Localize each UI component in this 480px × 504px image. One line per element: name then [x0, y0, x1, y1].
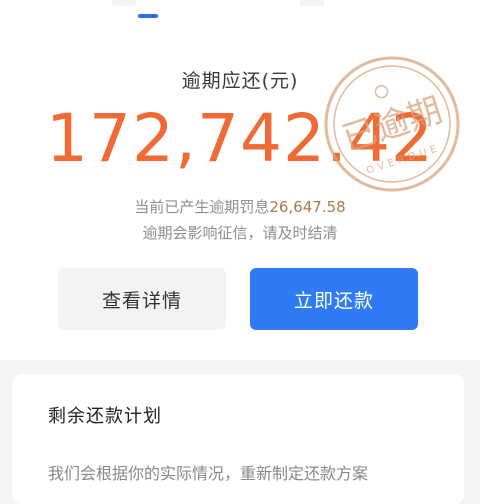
- tab-stub: [112, 0, 136, 6]
- credit-notice: 逾期会影响征信，请及时结清: [142, 224, 338, 242]
- penalty-line: 当前已产生逾期罚息26,647.58: [0, 196, 480, 217]
- penalty-prefix: 当前已产生逾期罚息: [134, 198, 270, 216]
- repayment-plan-title: 剩余还款计划: [48, 406, 162, 427]
- overdue-amount-label: 逾期应还(元): [181, 70, 299, 92]
- penalty-amount: 26,647.58: [269, 198, 346, 216]
- active-tab-indicator: [138, 14, 158, 18]
- overdue-amount: 172,742.42: [46, 100, 434, 177]
- repayment-plan-description: 我们会根据你的实际情况，重新制定还款方案: [48, 464, 369, 483]
- overdue-summary-card: 逾期应还(元) 172,742.42 当前已产生逾期罚息26,647.58 逾期…: [0, 0, 480, 360]
- view-details-button[interactable]: 查看详情: [58, 268, 226, 330]
- repayment-plan-card[interactable]: 剩余还款计划 我们会根据你的实际情况，重新制定还款方案: [12, 374, 464, 504]
- repay-now-button[interactable]: 立即还款: [250, 268, 418, 330]
- tab-stub: [300, 0, 324, 6]
